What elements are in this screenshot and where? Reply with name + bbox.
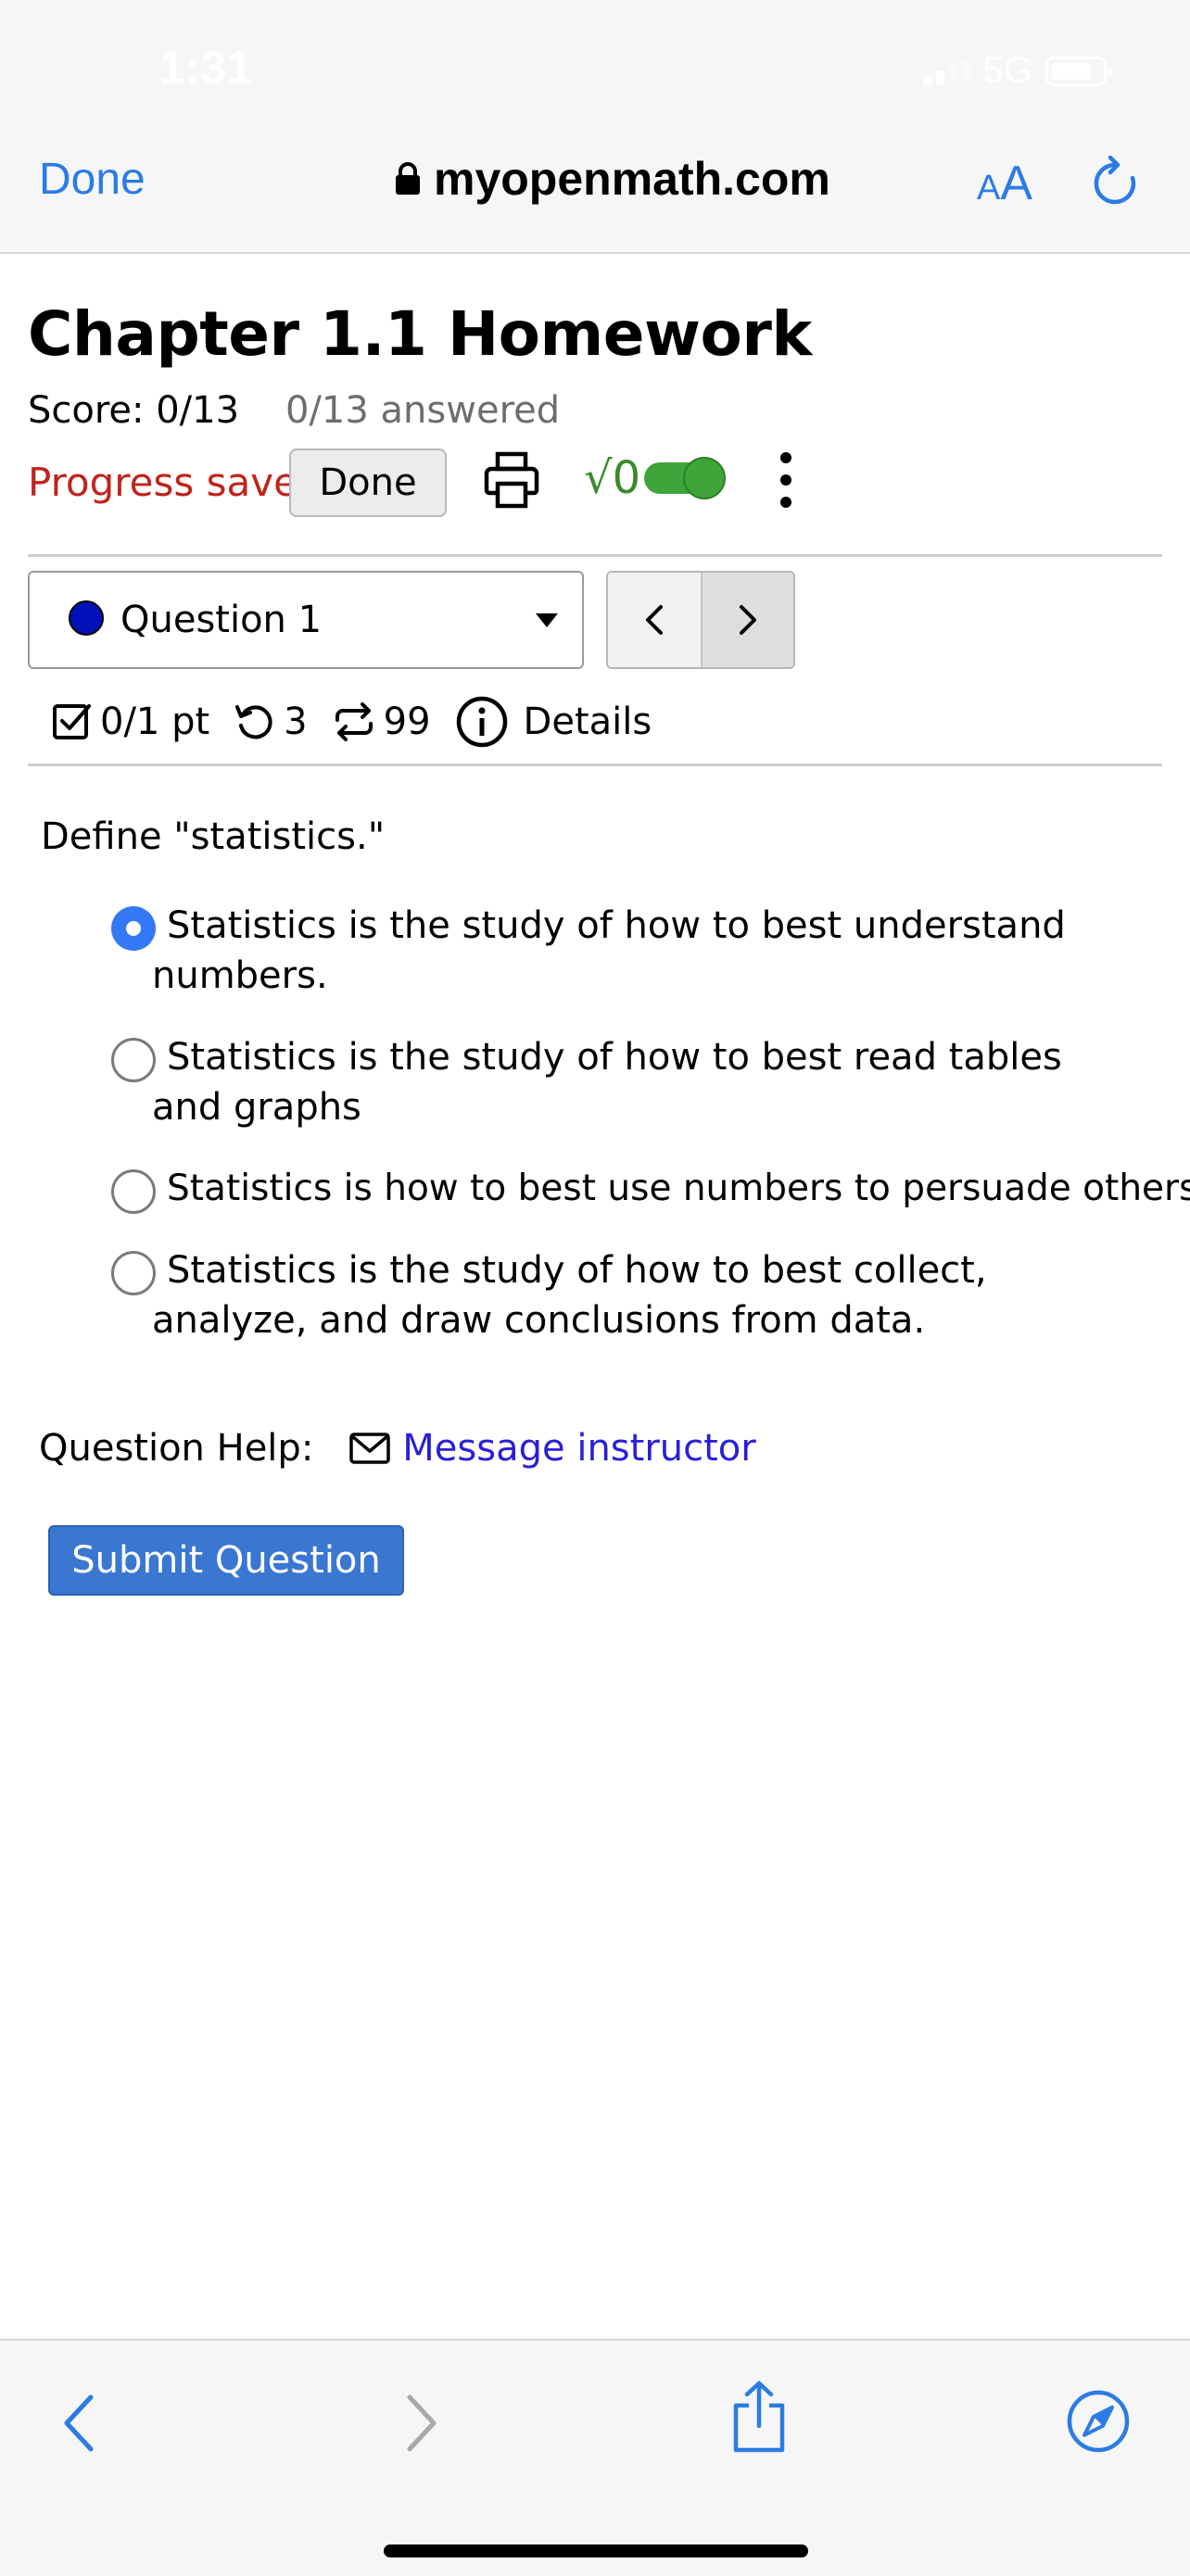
math-entry-toggle[interactable]: √0 xyxy=(584,452,727,504)
text-size-small: A xyxy=(977,169,1001,208)
chevron-left-icon xyxy=(646,605,663,635)
printer-icon xyxy=(484,451,539,509)
divider xyxy=(28,554,1162,557)
assignment-done-button[interactable]: Done xyxy=(289,448,447,517)
signal-icon xyxy=(922,57,970,85)
browser-top-bar: 1:31 5G Done myopenmath.com AA xyxy=(0,0,1190,254)
network-type: 5G xyxy=(982,50,1032,91)
regenerate-icon xyxy=(335,702,373,741)
question-help-label: Question Help: xyxy=(39,1427,314,1470)
chevron-right-icon xyxy=(407,2394,437,2452)
details-button[interactable]: Details xyxy=(455,695,652,749)
message-instructor-link[interactable]: Message instructor xyxy=(348,1427,756,1470)
info-icon xyxy=(456,696,507,748)
progress-status: Progress saved xyxy=(28,460,323,505)
answer-option[interactable]: Statistics is the study of how to best c… xyxy=(111,1245,1158,1377)
question-select[interactable]: Question 1 xyxy=(28,571,584,669)
battery-icon xyxy=(1045,56,1112,86)
question-meta: 0/1 pt 3 99 Details xyxy=(52,695,652,749)
regen-count: 99 xyxy=(383,701,431,743)
points-group: 0/1 pt xyxy=(52,701,209,743)
message-instructor-label: Message instructor xyxy=(402,1427,756,1470)
question-status-dot xyxy=(69,600,104,636)
status-indicators: 5G xyxy=(922,50,1112,92)
reload-icon xyxy=(1094,155,1136,205)
back-button[interactable] xyxy=(59,2393,96,2457)
sqrt-icon: √0 xyxy=(584,452,641,504)
text-size-button[interactable]: AA xyxy=(977,156,1032,211)
share-button[interactable] xyxy=(728,2380,790,2457)
answer-option-text: Statistics is the study of how to best c… xyxy=(152,1249,987,1342)
forward-button[interactable] xyxy=(404,2393,441,2457)
answer-option-text: Statistics is how to best use numbers to… xyxy=(167,1168,1190,1209)
score-text: Score: 0/13 xyxy=(28,389,240,432)
compass-icon xyxy=(1067,2390,1130,2453)
share-icon xyxy=(733,2380,785,2453)
question-pager xyxy=(606,571,795,669)
retries-group: 3 xyxy=(234,701,308,743)
lock-icon xyxy=(396,162,420,195)
answer-option-text: Statistics is the study of how to best r… xyxy=(152,1036,1062,1129)
home-indicator xyxy=(384,2544,808,2557)
safari-button[interactable] xyxy=(1066,2389,1131,2457)
checkbox-icon xyxy=(53,704,91,739)
browser-done-button[interactable]: Done xyxy=(39,154,146,205)
page-title: Chapter 1.1 Homework xyxy=(28,298,812,370)
envelope-icon xyxy=(349,1433,391,1464)
reload-button[interactable] xyxy=(1090,155,1140,213)
details-label: Details xyxy=(523,701,652,743)
question-help: Question Help: Message instructor xyxy=(39,1427,756,1470)
retries-count: 3 xyxy=(284,701,308,743)
answer-option[interactable]: Statistics is the study of how to best r… xyxy=(111,1032,1158,1164)
more-options-icon[interactable] xyxy=(777,452,795,508)
answer-options: Statistics is the study of how to best u… xyxy=(111,901,1190,1377)
status-time: 1:31 xyxy=(159,42,253,94)
toggle-switch[interactable] xyxy=(644,457,727,499)
divider xyxy=(28,764,1162,766)
retry-icon xyxy=(235,705,272,739)
answer-option[interactable]: Statistics is the study of how to best u… xyxy=(111,901,1158,1032)
url-text: myopenmath.com xyxy=(434,153,830,205)
submit-question-button[interactable]: Submit Question xyxy=(48,1525,404,1596)
chevron-left-icon xyxy=(64,2394,94,2452)
address-bar[interactable]: myopenmath.com xyxy=(395,152,830,206)
question-prompt: Define "statistics." xyxy=(41,815,386,858)
dropdown-caret-icon xyxy=(536,613,558,627)
points-text: 0/1 pt xyxy=(100,701,210,743)
prev-question-button[interactable] xyxy=(608,573,703,667)
regen-group: 99 xyxy=(332,701,431,743)
answer-option-text: Statistics is the study of how to best u… xyxy=(152,904,1066,997)
answered-count: 0/13 answered xyxy=(285,389,561,432)
chevron-right-icon xyxy=(740,605,756,635)
browser-bottom-toolbar xyxy=(0,2339,1190,2576)
print-button[interactable] xyxy=(484,450,539,513)
text-size-large: A xyxy=(1000,157,1033,210)
next-question-button[interactable] xyxy=(703,573,793,667)
answer-option[interactable]: Statistics is how to best use numbers to… xyxy=(111,1164,1190,1245)
question-select-label: Question 1 xyxy=(120,599,323,641)
